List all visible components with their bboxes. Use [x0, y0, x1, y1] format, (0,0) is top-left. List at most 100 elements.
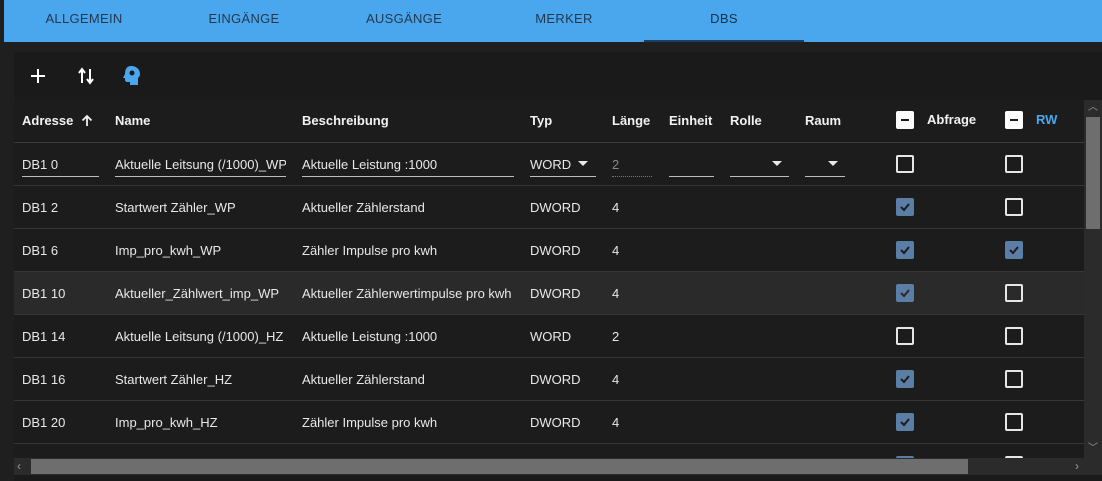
cell-laenge: 4 — [612, 243, 620, 258]
abfrage-checkbox[interactable] — [896, 155, 914, 173]
typ-select-underline — [530, 176, 596, 177]
head-profile-icon[interactable] — [119, 63, 145, 89]
cell-typ: DWORD — [530, 286, 581, 301]
column-label-adresse: Adresse — [22, 113, 74, 128]
raum-select-underline[interactable] — [805, 176, 845, 177]
table-row-partial[interactable] — [14, 444, 1084, 458]
sort-arrows-icon[interactable] — [73, 63, 99, 89]
typ-dropdown-icon[interactable] — [578, 161, 588, 166]
abfrage-checkbox[interactable] — [896, 198, 914, 216]
cell-adresse: DB1 2 — [22, 200, 59, 215]
table-row[interactable]: DB1 10 Aktueller_Zählwert_imp_WP Aktuell… — [14, 272, 1084, 315]
column-header-laenge[interactable]: Länge — [612, 113, 650, 128]
horizontal-scrollbar[interactable]: ‹ › — [14, 458, 1102, 475]
table-row[interactable]: DB1 2 Startwert Zähler_WP Aktueller Zähl… — [14, 186, 1084, 229]
table-row[interactable]: DB1 16 Startwert Zähler_HZ Aktueller Zäh… — [14, 358, 1084, 401]
rolle-dropdown-icon[interactable] — [772, 161, 782, 166]
cell-laenge: 4 — [612, 286, 620, 301]
data-table: Adresse Name Beschreibung Typ Länge Einh… — [14, 100, 1084, 458]
abfrage-checkbox[interactable] — [896, 327, 914, 345]
table-row[interactable]: DB1 6 Imp_pro_kwh_WP Zähler Impulse pro … — [14, 229, 1084, 272]
cell-typ: DWORD — [530, 372, 581, 387]
laenge-field-underline — [612, 176, 652, 178]
cell-adresse: DB1 14 — [22, 329, 66, 344]
add-icon[interactable] — [25, 63, 51, 89]
rw-checkbox[interactable] — [1005, 370, 1023, 388]
vertical-scrollbar[interactable]: ︿ ﹀ — [1084, 100, 1102, 458]
rw-checkbox[interactable] — [1005, 284, 1023, 302]
select-all-rw-checkbox[interactable] — [1005, 111, 1023, 129]
cell-beschreibung: Zähler Impulse pro kwh — [302, 415, 438, 430]
typ-select[interactable]: WORD — [530, 157, 571, 172]
cell-adresse: DB1 6 — [22, 243, 59, 258]
name-field-underline — [115, 176, 286, 177]
abfrage-checkbox[interactable] — [896, 413, 914, 431]
tab-eingaenge[interactable]: EINGÄNGE — [207, 0, 281, 42]
column-header-name[interactable]: Name — [115, 113, 150, 128]
abfrage-checkbox[interactable] — [896, 284, 914, 302]
column-header-beschreibung[interactable]: Beschreibung — [302, 113, 389, 128]
column-header-abfrage[interactable]: Abfrage — [927, 112, 976, 127]
scroll-left-icon[interactable]: ‹ — [17, 460, 21, 472]
rw-checkbox[interactable] — [1005, 241, 1023, 259]
tab-allgemein[interactable]: ALLGEMEIN — [44, 0, 124, 42]
cell-name: Aktueller_Zählwert_imp_WP — [115, 286, 280, 301]
vertical-scroll-thumb[interactable] — [1086, 117, 1100, 229]
cell-typ: WORD — [530, 329, 572, 344]
cell-beschreibung: Aktueller Zählerwertimpulse pro kwh — [302, 286, 512, 301]
cell-name: Aktuelle Leitsung (/1000)_HZ — [115, 329, 284, 344]
cell-laenge: 4 — [612, 200, 620, 215]
cell-typ: DWORD — [530, 200, 581, 215]
beschreibung-field-underline — [302, 176, 514, 177]
column-header-einheit[interactable]: Einheit — [669, 113, 712, 128]
cell-typ: DWORD — [530, 243, 581, 258]
sort-ascending-icon — [81, 114, 93, 126]
table-row[interactable]: DB1 20 Imp_pro_kwh_HZ Zähler Impulse pro… — [14, 401, 1084, 444]
laenge-field[interactable]: 2 — [612, 157, 619, 172]
abfrage-checkbox[interactable] — [896, 370, 914, 388]
select-all-abfrage-checkbox[interactable] — [896, 111, 914, 129]
active-tab-indicator — [644, 40, 804, 42]
beschreibung-field[interactable]: Aktuelle Leistung :1000 — [302, 157, 514, 172]
tab-merker[interactable]: MERKER — [534, 0, 594, 42]
scroll-down-icon[interactable]: ﹀ — [1088, 444, 1098, 454]
name-field[interactable]: Aktuelle Leitsung (/1000)_WP — [115, 157, 286, 172]
cell-adresse: DB1 20 — [22, 415, 66, 430]
scroll-up-icon[interactable]: ︿ — [1088, 103, 1098, 113]
cell-adresse: DB1 16 — [22, 372, 66, 387]
rw-checkbox[interactable] — [1005, 198, 1023, 216]
tab-ausgaenge[interactable]: AUSGÄNGE — [364, 0, 444, 42]
abfrage-checkbox[interactable] — [896, 241, 914, 259]
column-header-raum[interactable]: Raum — [805, 113, 841, 128]
column-header-rolle[interactable]: Rolle — [730, 113, 762, 128]
horizontal-scroll-thumb[interactable] — [31, 459, 968, 474]
cell-name: Startwert Zähler_HZ — [115, 372, 233, 387]
column-header-rw[interactable]: RW — [1036, 112, 1057, 127]
adresse-field[interactable]: DB1 0 — [22, 157, 99, 172]
cell-laenge: 2 — [612, 329, 620, 344]
cell-laenge: 4 — [612, 415, 620, 430]
cell-laenge: 4 — [612, 372, 620, 387]
cell-typ: DWORD — [530, 415, 581, 430]
scroll-right-icon[interactable]: › — [1075, 460, 1079, 472]
cell-beschreibung: Aktueller Zählerstand — [302, 372, 425, 387]
rw-checkbox[interactable] — [1005, 155, 1023, 173]
cell-name: Imp_pro_kwh_HZ — [115, 415, 218, 430]
cell-beschreibung: Aktueller Zählerstand — [302, 200, 425, 215]
tab-dbs[interactable]: DBS — [704, 0, 744, 42]
raum-dropdown-icon[interactable] — [828, 161, 838, 166]
table-header: Adresse Name Beschreibung Typ Länge Einh… — [14, 100, 1084, 143]
table-row[interactable]: DB1 14 Aktuelle Leitsung (/1000)_HZ Aktu… — [14, 315, 1084, 358]
cell-adresse: DB1 10 — [22, 286, 66, 301]
rw-checkbox[interactable] — [1005, 413, 1023, 431]
rolle-select-underline[interactable] — [730, 176, 789, 177]
cell-beschreibung: Aktuelle Leistung :1000 — [302, 329, 438, 344]
rw-checkbox[interactable] — [1005, 327, 1023, 345]
toolbar — [14, 52, 1102, 100]
cell-name: Imp_pro_kwh_WP — [115, 243, 222, 258]
cell-name: Startwert Zähler_WP — [115, 200, 236, 215]
adresse-field-underline — [22, 176, 99, 177]
cell-beschreibung: Zähler Impulse pro kwh — [302, 243, 438, 258]
column-header-typ[interactable]: Typ — [530, 113, 552, 128]
column-header-adresse[interactable]: Adresse — [22, 113, 93, 128]
